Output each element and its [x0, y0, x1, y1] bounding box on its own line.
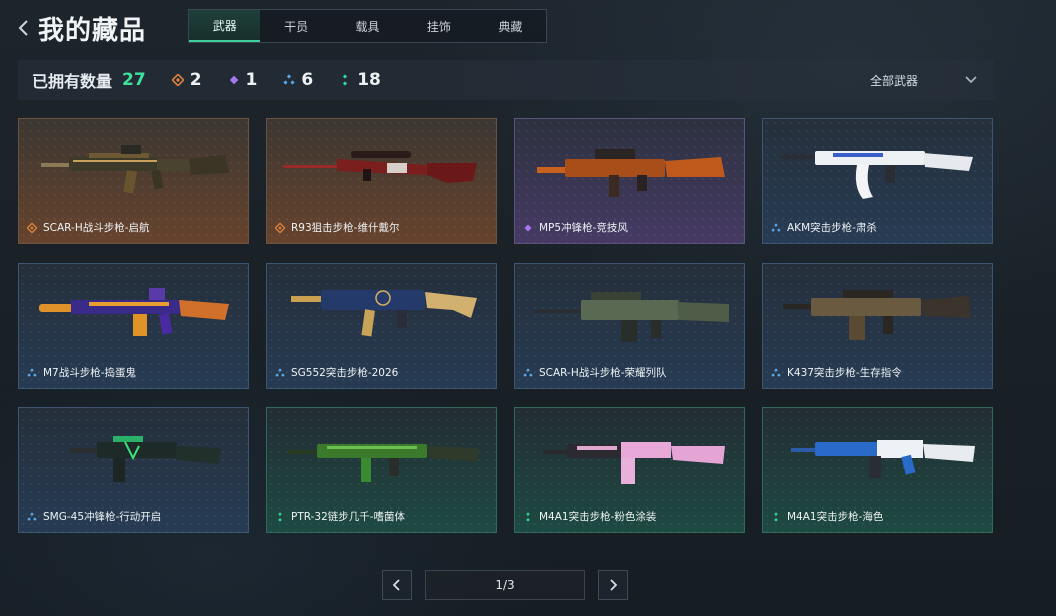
weapon-name: SG552突击步枪-2026 — [275, 365, 398, 380]
weapon-name: R93狙击步枪-维什戴尔 — [275, 220, 399, 235]
prev-page-button[interactable] — [382, 570, 412, 600]
rarity-count-orange: 2 — [171, 70, 202, 90]
weapon-name-text: SMG-45冲锋枪-行动开启 — [43, 511, 162, 523]
tab-operators[interactable]: 干员 — [260, 10, 331, 42]
chevron-left-icon — [392, 579, 400, 591]
next-page-button[interactable] — [598, 570, 628, 600]
weapon-name: AKM突击步枪-肃杀 — [771, 220, 877, 235]
green-double-diamond-icon — [774, 511, 778, 522]
blue-triple-diamond-icon — [283, 74, 295, 85]
weapon-name: M7战斗步枪-捣蛋鬼 — [27, 365, 136, 380]
rarity-count-orange-value: 2 — [189, 70, 202, 90]
weapon-image — [537, 149, 725, 197]
green-double-diamond-icon — [278, 511, 282, 522]
rarity-count-green: 18 — [339, 70, 381, 90]
weapon-card[interactable]: R93狙击步枪-维什戴尔 — [266, 118, 497, 244]
weapon-name-text: M4A1突击步枪-海色 — [787, 511, 884, 523]
chevron-left-icon — [18, 20, 28, 36]
orange-diamond-icon — [171, 74, 184, 86]
owned-label: 已拥有数量 — [32, 72, 113, 91]
weapon-name-text: AKM突击步枪-肃杀 — [787, 222, 877, 234]
weapon-card[interactable]: MP5冲锋枪-竞技风 — [514, 118, 745, 244]
weapon-image — [39, 288, 229, 336]
purple-diamond-icon — [229, 75, 238, 85]
weapon-name-text: MP5冲锋枪-竞技风 — [539, 222, 628, 234]
orange-diamond-icon — [275, 222, 285, 233]
filter-label: 全部武器 — [869, 73, 918, 88]
weapon-name-text: SCAR-H战斗步枪-荣耀列队 — [539, 367, 667, 379]
weapon-image — [283, 151, 477, 183]
rarity-count-green-value: 18 — [357, 70, 381, 90]
weapon-name-text: R93狙击步枪-维什戴尔 — [291, 222, 400, 234]
blue-triple-diamond-icon — [27, 511, 37, 521]
weapon-name: K437突击步枪-生存指令 — [771, 365, 902, 380]
weapon-name: SCAR-H战斗步枪-启航 — [27, 220, 150, 235]
weapon-name: SMG-45冲锋枪-行动开启 — [27, 509, 161, 524]
owned-total: 27 — [122, 70, 146, 90]
weapon-image — [533, 292, 729, 342]
orange-diamond-icon — [27, 222, 37, 233]
tab-vehicles[interactable]: 载具 — [332, 10, 403, 42]
weapon-filter-dropdown[interactable]: 全部武器 — [870, 60, 978, 100]
weapon-card[interactable]: PTR-32链步几千-嗜菌体 — [266, 407, 497, 533]
weapon-image — [543, 442, 725, 484]
weapon-image — [289, 444, 479, 482]
tab-charms[interactable]: 挂饰 — [403, 10, 474, 42]
weapon-name-text: PTR-32链步几千-嗜菌体 — [291, 511, 406, 523]
chevron-right-icon — [610, 579, 618, 591]
pagination: 1/3 — [382, 570, 628, 600]
tab-weapons[interactable]: 武器 — [189, 10, 261, 42]
weapon-image — [781, 151, 973, 199]
chevron-down-icon — [965, 76, 977, 84]
weapon-name: M4A1突击步枪-海色 — [771, 509, 883, 524]
category-tabs: 武器 干员 载具 挂饰 典藏 — [188, 9, 547, 43]
top-bar: 我的藏品 武器 干员 载具 挂饰 典藏 — [0, 0, 1056, 56]
rarity-count-blue: 6 — [283, 70, 313, 90]
weapon-image — [41, 145, 229, 194]
weapon-name: PTR-32链步几千-嗜菌体 — [275, 509, 405, 524]
purple-diamond-icon — [524, 223, 532, 232]
blue-triple-diamond-icon — [275, 367, 285, 377]
weapon-card[interactable]: M7战斗步枪-捣蛋鬼 — [18, 263, 249, 389]
weapon-card[interactable]: SG552突击步枪-2026 — [266, 263, 497, 389]
weapon-image — [791, 440, 975, 478]
page-title: 我的藏品 — [38, 16, 147, 46]
rarity-count-blue-value: 6 — [301, 70, 314, 90]
blue-triple-diamond-icon — [27, 367, 37, 377]
weapon-name: MP5冲锋枪-竞技风 — [523, 220, 628, 235]
stats-bar: 已拥有数量 27 2 1 6 18 全部武器 — [18, 60, 994, 100]
weapon-name-text: M4A1突击步枪-粉色涂装 — [539, 511, 657, 523]
weapon-card[interactable]: SCAR-H战斗步枪-启航 — [18, 118, 249, 244]
blue-triple-diamond-icon — [771, 367, 781, 377]
weapon-name-text: M7战斗步枪-捣蛋鬼 — [43, 367, 137, 379]
weapon-image — [291, 290, 477, 337]
weapon-card[interactable]: K437突击步枪-生存指令 — [762, 263, 993, 389]
page-indicator: 1/3 — [425, 570, 585, 600]
weapon-name-text: K437突击步枪-生存指令 — [787, 367, 902, 379]
weapon-name-text: SG552突击步枪-2026 — [291, 367, 399, 379]
weapon-card[interactable]: SMG-45冲锋枪-行动开启 — [18, 407, 249, 533]
weapon-name: M4A1突击步枪-粉色涂装 — [523, 509, 656, 524]
rarity-count-purple-value: 1 — [245, 70, 258, 90]
weapon-card[interactable]: M4A1突击步枪-海色 — [762, 407, 993, 533]
blue-triple-diamond-icon — [523, 367, 533, 377]
tab-collection[interactable]: 典藏 — [475, 10, 546, 42]
green-double-diamond-icon — [526, 511, 530, 522]
green-double-diamond-icon — [343, 74, 348, 86]
blue-triple-diamond-icon — [771, 222, 781, 232]
weapon-image — [783, 290, 971, 340]
weapon-card[interactable]: M4A1突击步枪-粉色涂装 — [514, 407, 745, 533]
weapon-card[interactable]: SCAR-H战斗步枪-荣耀列队 — [514, 263, 745, 389]
weapon-image — [69, 436, 221, 482]
back-button[interactable] — [14, 16, 34, 40]
weapon-name-text: SCAR-H战斗步枪-启航 — [43, 222, 150, 234]
rarity-count-purple: 1 — [228, 70, 258, 90]
weapon-card[interactable]: AKM突击步枪-肃杀 — [762, 118, 993, 244]
weapon-name: SCAR-H战斗步枪-荣耀列队 — [523, 365, 667, 380]
